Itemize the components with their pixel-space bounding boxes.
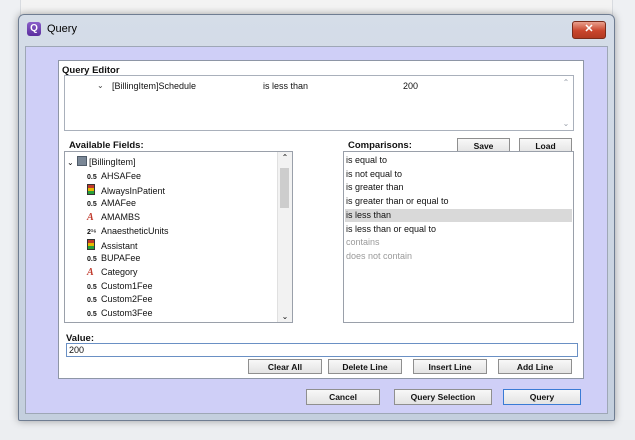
dialog-client-area: Query Editor ⌄ [BillingItem]Schedule is … — [25, 46, 608, 414]
title-bar[interactable]: Q Query ✕ — [19, 15, 614, 45]
scroll-up-icon[interactable]: ⌃ — [278, 153, 292, 162]
cancel-button[interactable]: Cancel — [306, 389, 380, 405]
field-item[interactable]: 0.5 AMAFee — [87, 197, 136, 211]
delete-line-button[interactable]: Delete Line — [328, 359, 402, 374]
query-editor-panel: Query Editor ⌄ [BillingItem]Schedule is … — [58, 60, 584, 379]
close-button[interactable]: ✕ — [572, 21, 606, 39]
comparison-item[interactable]: is less than or equal to — [345, 223, 572, 237]
clear-all-button[interactable]: Clear All — [248, 359, 322, 374]
boolean-icon — [87, 238, 95, 250]
field-name: Category — [101, 266, 138, 277]
query-app-icon: Q — [27, 22, 41, 36]
boolean-icon — [87, 183, 95, 195]
comparison-item[interactable]: is not equal to — [345, 168, 572, 182]
field-item[interactable]: 2¹⁶ AnaestheticUnits — [87, 225, 169, 239]
add-line-button[interactable]: Add Line — [498, 359, 572, 374]
field-name: AlwaysInPatient — [101, 185, 166, 196]
field-item[interactable]: Assistant — [87, 238, 138, 253]
available-fields-list[interactable]: ⌄ [BillingItem] 0.5 AHSAFee AlwaysInPatient… — [64, 151, 293, 323]
field-name: AHSAFee — [101, 171, 142, 181]
number-type-icon: 2¹⁶ — [87, 228, 97, 236]
field-item[interactable]: 0.5 BUPAFee — [87, 252, 140, 266]
field-item[interactable]: 0.5 Custom3Fee — [87, 307, 153, 321]
insert-line-button[interactable]: Insert Line — [413, 359, 487, 374]
fields-scrollbar[interactable]: ⌃ ⌄ — [277, 152, 292, 322]
field-item[interactable]: A AMAMBS — [87, 211, 140, 225]
scroll-thumb[interactable] — [280, 168, 289, 208]
number-type-icon: 0.5 — [87, 283, 97, 291]
comparison-item[interactable]: is greater than or equal to — [345, 195, 572, 209]
chevron-down-icon[interactable]: ⌄ — [97, 81, 104, 90]
tree-root-label: [BillingItem] — [89, 157, 136, 167]
field-name: AMAFee — [101, 198, 137, 209]
number-type-icon: 0.5 — [87, 256, 97, 264]
query-line-field[interactable]: [BillingItem]Schedule — [112, 81, 196, 91]
comparisons-label: Comparisons: — [348, 140, 412, 151]
number-type-icon: 0.5 — [87, 201, 97, 209]
query-line-comparison[interactable]: is less than — [263, 81, 308, 91]
background-app-bottom — [0, 420, 635, 440]
tree-root-billingitem[interactable]: ⌄ [BillingItem] — [67, 156, 136, 169]
field-name: Assistant — [101, 240, 138, 251]
field-name: BUPAFee — [101, 253, 141, 264]
field-item[interactable]: 0.5 Custom1Fee — [87, 280, 153, 294]
field-name: Custom2Fee — [101, 294, 153, 305]
table-icon — [77, 156, 87, 166]
field-item[interactable]: A Category — [87, 266, 138, 280]
comparison-item[interactable]: contains — [345, 236, 572, 250]
comparison-item[interactable]: is equal to — [345, 154, 572, 168]
chevron-down-icon[interactable]: ⌄ — [67, 156, 77, 169]
editor-scrollbar[interactable]: ⌃ ⌄ — [559, 76, 573, 130]
value-input[interactable]: 200 — [66, 343, 578, 357]
comparison-item[interactable]: is greater than — [345, 181, 572, 195]
text-type-icon: A — [87, 212, 94, 224]
field-name: Custom3Fee — [101, 308, 153, 318]
field-name: AMAMBS — [101, 212, 141, 223]
field-name: AnaestheticUnits — [101, 225, 169, 236]
query-button[interactable]: Query — [503, 389, 581, 405]
field-item[interactable]: 0.5 Custom2Fee — [87, 293, 153, 307]
number-type-icon: 0.5 — [87, 174, 97, 181]
query-dialog: Q Query ✕ Query Editor ⌄ [BillingItem]Sc… — [18, 14, 615, 421]
scroll-up-icon[interactable]: ⌃ — [559, 78, 573, 87]
query-editor-box[interactable]: ⌄ [BillingItem]Schedule is less than 200… — [64, 75, 574, 131]
comparisons-list[interactable]: is equal to is not equal to is greater tha… — [343, 151, 574, 323]
scroll-down-icon[interactable]: ⌄ — [559, 119, 573, 128]
window-title: Query — [47, 23, 77, 35]
query-selection-button[interactable]: Query Selection — [394, 389, 492, 405]
field-name: Custom1Fee — [101, 280, 153, 291]
comparison-item[interactable]: is less than — [345, 208, 572, 223]
number-type-icon: 0.5 — [87, 297, 97, 305]
field-item[interactable]: 0.5 AHSAFee — [87, 170, 141, 184]
comparison-item[interactable]: does not contain — [345, 250, 572, 264]
background-app-right — [612, 0, 635, 440]
query-line-value[interactable]: 200 — [403, 81, 418, 91]
field-item[interactable]: AlwaysInPatient — [87, 183, 166, 198]
scroll-down-icon[interactable]: ⌄ — [278, 312, 292, 321]
number-type-icon: 0.5 — [87, 311, 97, 318]
text-type-icon: A — [87, 266, 94, 278]
available-fields-label: Available Fields: — [69, 140, 144, 151]
